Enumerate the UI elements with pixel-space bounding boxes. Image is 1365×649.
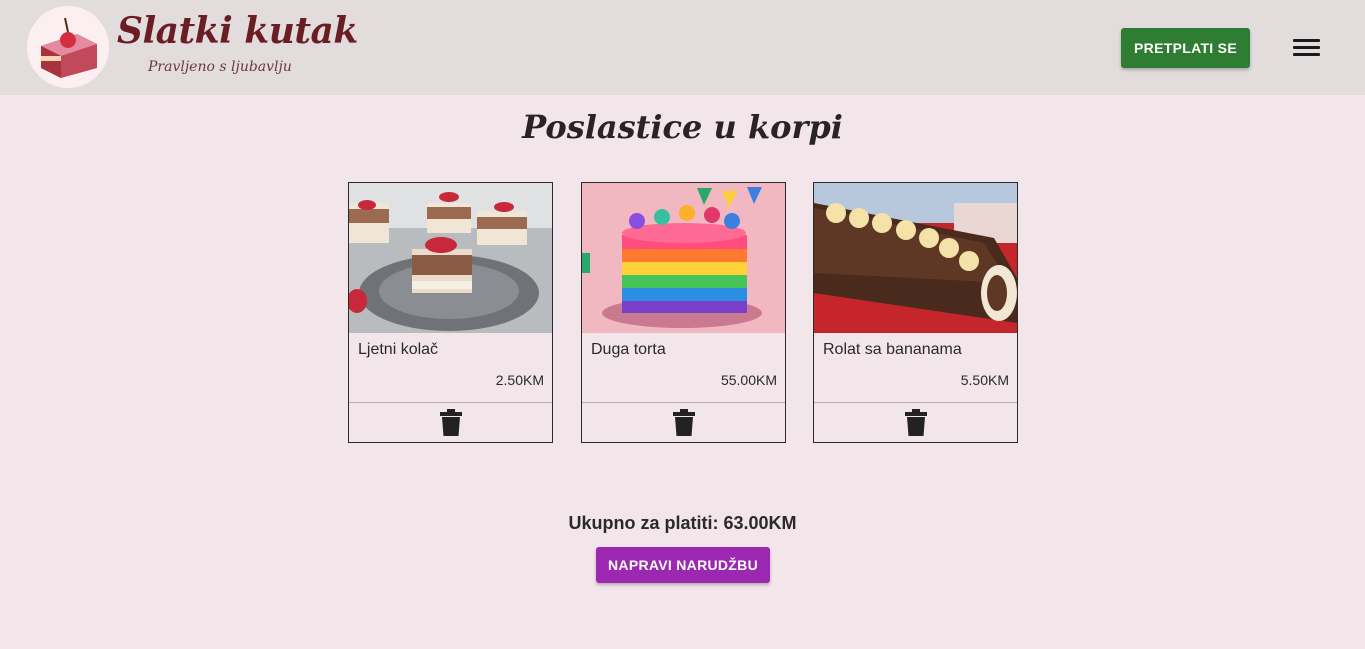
card-divider — [582, 402, 785, 403]
hamburger-menu-icon[interactable] — [1292, 37, 1322, 59]
item-name: Rolat sa bananama — [823, 341, 962, 358]
page-title: Poslastice u korpi — [522, 108, 843, 146]
product-image-rainbow-cake — [582, 183, 785, 333]
cart-total: Ukupno za platiti: 63.00KM — [568, 513, 797, 533]
brand-title[interactable]: Slatki kutak — [117, 10, 358, 52]
trash-icon[interactable] — [904, 409, 928, 437]
item-price: 55.00KM — [720, 372, 777, 388]
product-image-banana-roll — [814, 183, 1017, 333]
header-bar: Slatki kutak Pravljeno s ljubavlju PRETP… — [0, 0, 1365, 95]
cart-item-card: Rolat sa bananama 5.50KM — [813, 182, 1018, 443]
cart-item-card: Duga torta 55.00KM — [581, 182, 786, 443]
place-order-button[interactable]: NAPRAVI NARUDŽBU — [596, 547, 770, 583]
item-name: Duga torta — [591, 341, 666, 358]
card-divider — [349, 402, 552, 403]
logo-cake-image[interactable] — [27, 6, 109, 88]
trash-icon[interactable] — [439, 409, 463, 437]
trash-icon[interactable] — [672, 409, 696, 437]
item-name: Ljetni kolač — [358, 341, 439, 358]
card-divider — [814, 402, 1017, 403]
product-image-summer-cake — [349, 183, 552, 333]
item-price: 5.50KM — [960, 372, 1009, 388]
item-price: 2.50KM — [495, 372, 544, 388]
subscribe-button[interactable]: PRETPLATI SE — [1121, 28, 1250, 68]
cart-item-card: Ljetni kolač 2.50KM — [348, 182, 553, 443]
brand-subtitle: Pravljeno s ljubavlju — [148, 59, 292, 75]
